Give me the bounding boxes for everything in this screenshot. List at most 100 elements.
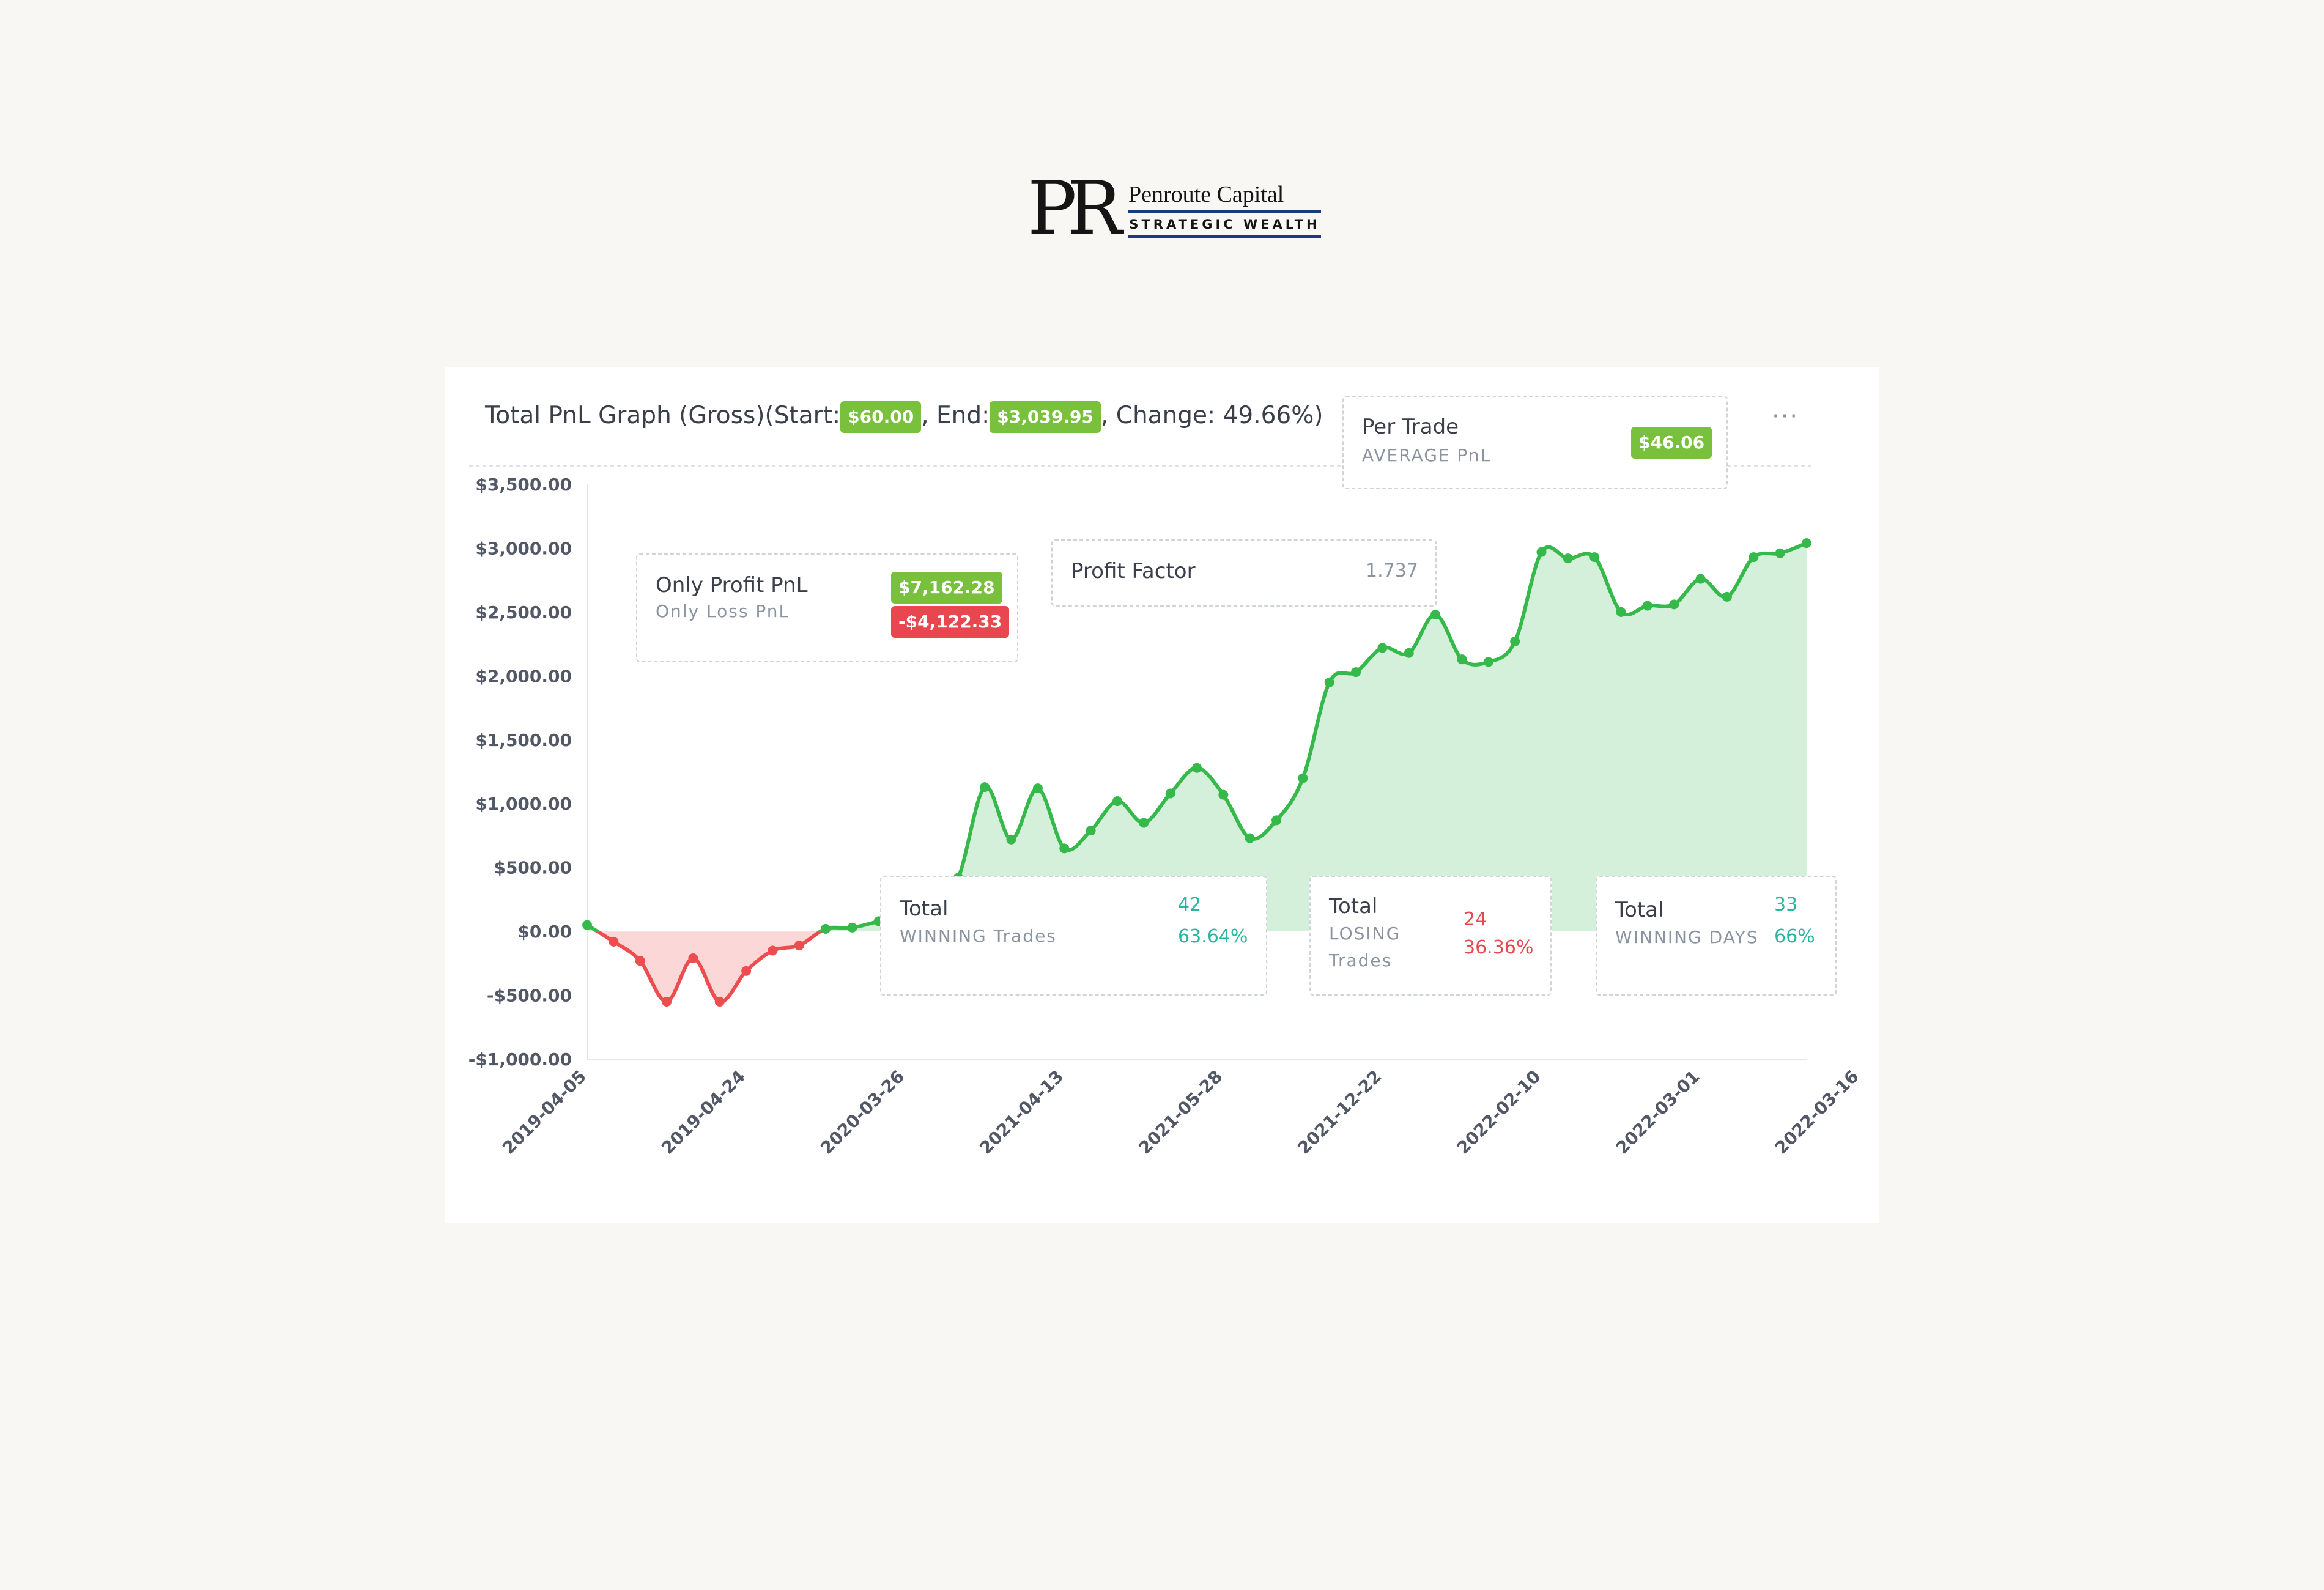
data-point [1404, 648, 1414, 658]
y-tick-label: $2,000.00 [475, 666, 572, 686]
winning-trades-percent: 63.64% [1178, 926, 1248, 947]
end-label: , End: [921, 402, 990, 429]
only-profit-value: $7,162.28 [891, 572, 1002, 604]
x-tick-label: 2019-04-05 [498, 1067, 590, 1158]
losing-trades-subtitle-1: LOSING [1329, 923, 1401, 944]
per-trade-subtitle: AVERAGE PnL [1362, 445, 1492, 465]
per-trade-value: $46.06 [1631, 427, 1712, 459]
data-point [1775, 548, 1785, 558]
data-point [847, 922, 857, 933]
winning-trades-title: Total [900, 897, 949, 921]
data-point [1059, 843, 1070, 854]
data-point [741, 966, 752, 976]
pnl-chart: $3,500.00 $3,000.00 $2,500.00 $2,000.00 $1,5… [468, 465, 1863, 1158]
data-point [1802, 538, 1811, 549]
change-text: , Change: 49.66%) [1100, 402, 1323, 429]
data-point [1589, 552, 1600, 563]
y-tick-label: $3,500.00 [475, 475, 572, 495]
losing-trades-count: 24 [1464, 909, 1487, 930]
profit-loss-box: Only Profit PnL Only Loss PnL $7,162.28 … [636, 553, 1018, 662]
winning-days-title: Total [1615, 898, 1664, 922]
y-tick-label: $1,500.00 [475, 730, 572, 750]
data-point [1298, 773, 1308, 783]
data-point [714, 997, 725, 1007]
x-tick-label: 2022-02-10 [1452, 1067, 1544, 1158]
data-point [1616, 607, 1626, 617]
data-point [662, 997, 672, 1007]
data-point [1324, 677, 1334, 687]
winning-days-count: 33 [1774, 894, 1798, 915]
losing-trades-box: Total LOSING Trades 24 36.36% [1309, 876, 1552, 996]
profit-factor-value: 1.737 [1366, 560, 1418, 582]
x-tick-label: 2020-03-26 [816, 1067, 908, 1158]
data-point [980, 782, 990, 793]
data-point [1510, 636, 1520, 646]
data-point [1430, 610, 1441, 620]
data-point [1536, 547, 1547, 557]
only-profit-label: Only Profit PnL [656, 573, 808, 597]
data-point [1457, 654, 1467, 665]
winning-trades-box: Total WINNING Trades 42 63.64% [880, 876, 1267, 996]
only-loss-label: Only Loss PnL [656, 601, 790, 621]
data-point [688, 953, 698, 963]
data-point [1722, 591, 1732, 602]
data-point [1669, 599, 1679, 610]
data-point [1139, 818, 1149, 828]
x-tick-label: 2022-03-16 [1771, 1067, 1863, 1158]
y-tick-label: $1,000.00 [475, 794, 572, 814]
company-logo: PR Penroute Capital STRATEGIC WEALTH [1027, 172, 1321, 246]
losing-trades-title: Total [1329, 894, 1378, 919]
x-tick-label: 2019-04-24 [657, 1067, 749, 1158]
only-loss-value: -$4,122.33 [891, 606, 1010, 638]
data-point [1032, 783, 1043, 794]
y-tick-label: $0.00 [517, 922, 572, 942]
chart-title: Total PnL Graph (Gross)(Start: $60.00, En… [485, 398, 1323, 434]
profit-factor-label: Profit Factor [1071, 559, 1196, 583]
data-point [1112, 796, 1122, 807]
data-point [1218, 789, 1229, 800]
data-point [1749, 552, 1759, 563]
winning-trades-count: 42 [1178, 894, 1202, 915]
start-value-badge: $60.00 [840, 401, 922, 433]
x-tick-label: 2021-12-22 [1293, 1067, 1385, 1158]
data-point [582, 920, 592, 930]
profit-factor-box: Profit Factor 1.737 [1051, 539, 1437, 607]
data-point [1086, 826, 1096, 836]
losing-trades-percent: 36.36% [1464, 937, 1534, 958]
per-trade-title: Per Trade [1362, 415, 1459, 439]
y-tick-label: $500.00 [494, 858, 572, 878]
data-point [821, 923, 831, 934]
data-point [794, 941, 804, 951]
y-tick-label: -$1,000.00 [468, 1049, 572, 1070]
data-point [635, 956, 645, 966]
data-point [1695, 574, 1706, 584]
winning-days-percent: 66% [1774, 926, 1815, 947]
more-options-icon[interactable]: ··· [1772, 402, 1799, 431]
data-point [1642, 601, 1652, 611]
data-point [1563, 553, 1573, 564]
data-point [1245, 833, 1255, 843]
winning-days-subtitle: WINNING DAYS [1615, 927, 1759, 947]
y-tick-label: $3,000.00 [475, 538, 572, 558]
logo-monogram: PR [1027, 166, 1122, 251]
winning-trades-subtitle: WINNING Trades [900, 926, 1057, 946]
pnl-card: $3,500.00 $3,000.00 $2,500.00 $2,000.00 $1,5… [445, 367, 1879, 1223]
losing-trades-subtitle-2: Trades [1329, 950, 1393, 971]
data-point [1377, 643, 1388, 653]
data-point [1165, 788, 1175, 799]
data-point [768, 945, 778, 956]
winning-days-box: Total WINNING DAYS 33 66% [1596, 876, 1837, 996]
data-point [1006, 834, 1016, 845]
x-tick-label: 2021-04-13 [975, 1067, 1067, 1158]
logo-tagline: STRATEGIC WEALTH [1128, 210, 1321, 239]
per-trade-box: Per Trade AVERAGE PnL $46.06 [1342, 396, 1728, 489]
data-point [609, 936, 619, 947]
x-tick-label: 2022-03-01 [1612, 1067, 1704, 1158]
data-point [1351, 667, 1361, 678]
logo-company-name: Penroute Capital [1128, 182, 1284, 207]
y-tick-label: -$500.00 [487, 986, 572, 1006]
data-point [1271, 815, 1282, 826]
x-tick-label: 2021-05-28 [1134, 1067, 1226, 1158]
y-tick-label: $2,500.00 [475, 602, 572, 623]
title-prefix: Total PnL Graph (Gross)(Start: [485, 402, 841, 429]
